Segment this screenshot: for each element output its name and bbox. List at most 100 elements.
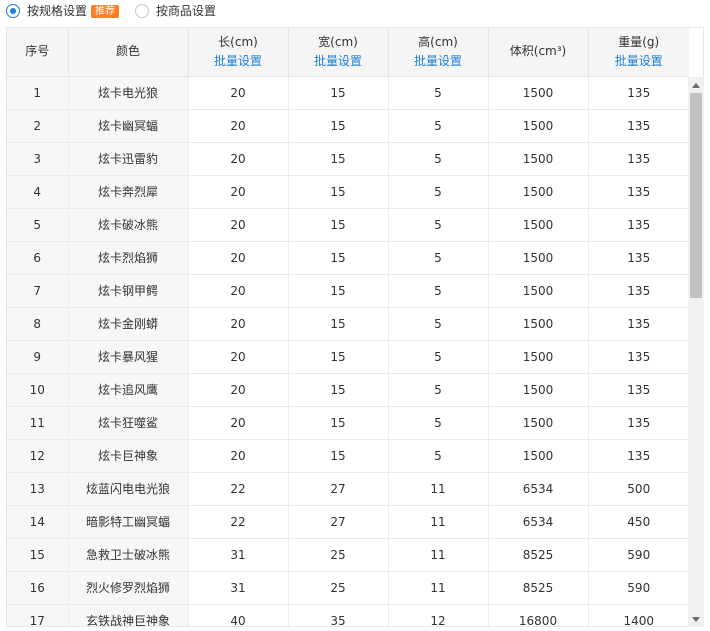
cell-height[interactable]: 5 bbox=[388, 76, 489, 110]
cell-height[interactable]: 5 bbox=[388, 109, 489, 143]
cell-width[interactable]: 15 bbox=[288, 307, 389, 341]
cell-width[interactable]: 27 bbox=[288, 505, 389, 539]
cell-length[interactable]: 20 bbox=[188, 208, 289, 242]
cell-index: 11 bbox=[7, 406, 69, 440]
cell-weight[interactable]: 135 bbox=[588, 241, 689, 275]
recommended-badge: 推荐 bbox=[91, 4, 120, 18]
cell-width[interactable]: 15 bbox=[288, 208, 389, 242]
cell-width[interactable]: 15 bbox=[288, 373, 389, 407]
cell-height[interactable]: 5 bbox=[388, 274, 489, 308]
cell-width[interactable]: 15 bbox=[288, 175, 389, 209]
cell-weight[interactable]: 135 bbox=[588, 340, 689, 374]
cell-weight[interactable]: 135 bbox=[588, 109, 689, 143]
cell-length[interactable]: 31 bbox=[188, 571, 289, 605]
cell-color: 炫卡幽冥蝠 bbox=[68, 109, 189, 143]
cell-weight[interactable]: 135 bbox=[588, 274, 689, 308]
cell-height[interactable]: 5 bbox=[388, 373, 489, 407]
cell-color: 炫卡烈焰狮 bbox=[68, 241, 189, 275]
cell-weight[interactable]: 135 bbox=[588, 76, 689, 110]
cell-weight[interactable]: 135 bbox=[588, 208, 689, 242]
cell-weight[interactable]: 135 bbox=[588, 175, 689, 209]
cell-width[interactable]: 15 bbox=[288, 241, 389, 275]
cell-length[interactable]: 20 bbox=[188, 406, 289, 440]
cell-width[interactable]: 15 bbox=[288, 340, 389, 374]
cell-length[interactable]: 20 bbox=[188, 142, 289, 176]
cell-height[interactable]: 5 bbox=[388, 142, 489, 176]
cell-width[interactable]: 15 bbox=[288, 142, 389, 176]
cell-length[interactable]: 20 bbox=[188, 76, 289, 110]
cell-index: 10 bbox=[7, 373, 69, 407]
cell-color: 烈火修罗烈焰狮 bbox=[68, 571, 189, 605]
cell-weight[interactable]: 1400 bbox=[588, 604, 689, 626]
table-row: 17 玄铁战神巨神象 40 35 12 16800 1400 bbox=[7, 604, 689, 626]
cell-length[interactable]: 20 bbox=[188, 175, 289, 209]
cell-volume: 1500 bbox=[488, 76, 589, 110]
cell-height[interactable]: 5 bbox=[388, 307, 489, 341]
by-product-label: 按商品设置 bbox=[156, 4, 217, 18]
cell-height[interactable]: 5 bbox=[388, 439, 489, 473]
cell-length[interactable]: 20 bbox=[188, 274, 289, 308]
cell-volume: 1500 bbox=[488, 142, 589, 176]
cell-color: 炫卡金刚蟒 bbox=[68, 307, 189, 341]
cell-weight[interactable]: 135 bbox=[588, 406, 689, 440]
scroll-down-arrow[interactable] bbox=[688, 613, 704, 625]
batch-set-height-link[interactable]: 批量设置 bbox=[389, 52, 488, 71]
cell-length[interactable]: 22 bbox=[188, 505, 289, 539]
cell-volume: 1500 bbox=[488, 406, 589, 440]
cell-volume: 1500 bbox=[488, 439, 589, 473]
cell-weight[interactable]: 135 bbox=[588, 439, 689, 473]
by-product-radio[interactable]: 按商品设置 bbox=[135, 3, 216, 19]
cell-height[interactable]: 5 bbox=[388, 241, 489, 275]
cell-width[interactable]: 15 bbox=[288, 406, 389, 440]
cell-height[interactable]: 12 bbox=[388, 604, 489, 626]
cell-height[interactable]: 11 bbox=[388, 505, 489, 539]
header-color-label: 颜色 bbox=[115, 44, 140, 59]
batch-set-width-link[interactable]: 批量设置 bbox=[289, 52, 388, 71]
cell-height[interactable]: 11 bbox=[388, 571, 489, 605]
scroll-thumb[interactable] bbox=[690, 93, 702, 298]
cell-height[interactable]: 11 bbox=[388, 472, 489, 506]
cell-length[interactable]: 22 bbox=[188, 472, 289, 506]
cell-length[interactable]: 20 bbox=[188, 241, 289, 275]
cell-height[interactable]: 5 bbox=[388, 208, 489, 242]
cell-width[interactable]: 15 bbox=[288, 274, 389, 308]
cell-volume: 16800 bbox=[488, 604, 589, 626]
cell-color: 炫卡追风鹰 bbox=[68, 373, 189, 407]
cell-width[interactable]: 15 bbox=[288, 109, 389, 143]
cell-weight[interactable]: 500 bbox=[588, 472, 689, 506]
radio-unchecked-icon[interactable] bbox=[135, 4, 149, 18]
cell-width[interactable]: 15 bbox=[288, 76, 389, 110]
batch-set-weight-link[interactable]: 批量设置 bbox=[589, 52, 690, 71]
cell-weight[interactable]: 590 bbox=[588, 538, 689, 572]
cell-length[interactable]: 31 bbox=[188, 538, 289, 572]
cell-width[interactable]: 27 bbox=[288, 472, 389, 506]
cell-weight[interactable]: 590 bbox=[588, 571, 689, 605]
cell-weight[interactable]: 450 bbox=[588, 505, 689, 539]
table-scrollbar[interactable] bbox=[688, 77, 704, 627]
cell-weight[interactable]: 135 bbox=[588, 307, 689, 341]
cell-length[interactable]: 20 bbox=[188, 439, 289, 473]
cell-length[interactable]: 20 bbox=[188, 109, 289, 143]
cell-height[interactable]: 11 bbox=[388, 538, 489, 572]
triangle-down-icon bbox=[692, 616, 700, 622]
cell-weight[interactable]: 135 bbox=[588, 373, 689, 407]
cell-width[interactable]: 15 bbox=[288, 439, 389, 473]
cell-width[interactable]: 35 bbox=[288, 604, 389, 626]
scroll-up-arrow[interactable] bbox=[688, 79, 704, 91]
radio-checked-icon[interactable] bbox=[6, 4, 20, 18]
cell-width[interactable]: 25 bbox=[288, 571, 389, 605]
by-spec-radio[interactable]: 按规格设置 推荐 bbox=[6, 3, 120, 19]
header-length-label: 长(cm) bbox=[218, 34, 258, 49]
cell-length[interactable]: 20 bbox=[188, 307, 289, 341]
batch-set-length-link[interactable]: 批量设置 bbox=[189, 52, 288, 71]
cell-length[interactable]: 20 bbox=[188, 340, 289, 374]
cell-length[interactable]: 40 bbox=[188, 604, 289, 626]
cell-width[interactable]: 25 bbox=[288, 538, 389, 572]
cell-index: 1 bbox=[7, 76, 69, 110]
cell-height[interactable]: 5 bbox=[388, 175, 489, 209]
cell-length[interactable]: 20 bbox=[188, 373, 289, 407]
cell-index: 15 bbox=[7, 538, 69, 572]
cell-weight[interactable]: 135 bbox=[588, 142, 689, 176]
cell-height[interactable]: 5 bbox=[388, 340, 489, 374]
cell-height[interactable]: 5 bbox=[388, 406, 489, 440]
